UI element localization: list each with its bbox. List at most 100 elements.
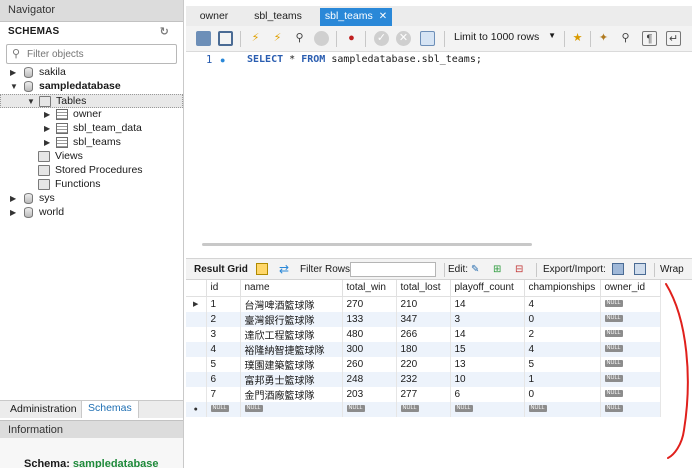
explain-icon[interactable]: ⚲: [292, 31, 307, 46]
editor-horizontal-scrollbar[interactable]: [202, 243, 532, 246]
current-row-marker-icon[interactable]: ▶: [186, 296, 207, 312]
open-file-icon[interactable]: [196, 31, 211, 46]
column-header-total-lost[interactable]: total_lost: [396, 280, 451, 297]
wrap-cell-label[interactable]: Wrap: [660, 264, 684, 275]
invisible-chars-icon[interactable]: ¶: [642, 31, 657, 46]
filter-rows-input[interactable]: [350, 262, 436, 277]
table-cell-owner-id[interactable]: NULL: [600, 386, 661, 402]
table-cell-total-lost[interactable]: 266: [396, 326, 451, 342]
table-new-row[interactable]: ● NULL NULL NULL NULL NULL NULL NULL: [186, 401, 661, 417]
table-cell-total-win[interactable]: NULL: [342, 401, 397, 417]
table-cell-owner-id[interactable]: NULL: [600, 341, 661, 357]
column-header-id[interactable]: id: [206, 280, 241, 297]
table-cell-total-win[interactable]: 270: [342, 296, 397, 312]
collapse-arrow-icon[interactable]: ▼: [27, 97, 35, 106]
rollback-icon[interactable]: ✕: [396, 31, 411, 46]
tree-node-sys[interactable]: ▶ sys: [0, 192, 183, 206]
table-cell-total-win[interactable]: 133: [342, 311, 397, 327]
table-cell-name[interactable]: 台灣啤酒籃球隊: [240, 296, 343, 312]
table-cell-playoff-count[interactable]: 15: [450, 341, 525, 357]
table-cell-id[interactable]: 7: [206, 386, 241, 402]
export-icon[interactable]: [612, 263, 624, 275]
table-cell-playoff-count[interactable]: 6: [450, 386, 525, 402]
column-header-name[interactable]: name: [240, 280, 343, 297]
sql-statement[interactable]: SELECT * FROM sampledatabase.sbl_teams;: [247, 54, 482, 65]
table-row[interactable]: 7 金門酒廠籃球隊 203 277 6 0 NULL: [186, 386, 661, 402]
tree-node-world[interactable]: ▶ world: [0, 206, 183, 220]
table-cell-total-win[interactable]: 248: [342, 371, 397, 387]
refresh-icon[interactable]: ↻: [160, 25, 169, 38]
table-cell-playoff-count[interactable]: 10: [450, 371, 525, 387]
table-cell-championships[interactable]: 2: [524, 326, 601, 342]
insert-row-icon[interactable]: ⊞: [493, 264, 501, 275]
tree-node-views[interactable]: Views: [0, 150, 183, 164]
table-cell-total-lost[interactable]: 180: [396, 341, 451, 357]
table-cell-name[interactable]: NULL: [240, 401, 343, 417]
expand-arrow-icon[interactable]: ▶: [44, 110, 50, 119]
stop-icon[interactable]: [314, 31, 329, 46]
row-marker[interactable]: [186, 386, 207, 402]
table-cell-playoff-count[interactable]: NULL: [450, 401, 525, 417]
tree-node-stored-procedures[interactable]: Stored Procedures: [0, 164, 183, 178]
expand-arrow-icon[interactable]: ▶: [44, 124, 50, 133]
table-cell-id[interactable]: NULL: [206, 401, 241, 417]
new-row-marker-icon[interactable]: ●: [186, 401, 207, 417]
row-marker[interactable]: [186, 371, 207, 387]
row-marker[interactable]: [186, 356, 207, 372]
filter-objects-box[interactable]: ⚲: [6, 44, 177, 64]
expand-arrow-icon[interactable]: ▶: [10, 194, 16, 203]
limit-rows-select[interactable]: Limit to 1000 rows ▼: [454, 31, 558, 47]
tab-owner[interactable]: owner: [192, 8, 236, 26]
table-cell-playoff-count[interactable]: 3: [450, 311, 525, 327]
table-cell-name[interactable]: 臺灣銀行籃球隊: [240, 311, 343, 327]
table-cell-championships[interactable]: 0: [524, 311, 601, 327]
table-row[interactable]: 6 富邦勇士籃球隊 248 232 10 1 NULL: [186, 371, 661, 387]
table-cell-owner-id[interactable]: NULL: [600, 356, 661, 372]
find-icon[interactable]: ⚲: [618, 31, 633, 46]
close-icon[interactable]: ✕: [379, 11, 387, 22]
table-cell-owner-id[interactable]: NULL: [600, 296, 661, 312]
grid-view-icon[interactable]: [256, 263, 268, 275]
table-row[interactable]: 3 達欣工程籃球隊 480 266 14 2 NULL: [186, 326, 661, 342]
tab-sbl-teams[interactable]: sbl_teams: [248, 8, 308, 26]
table-cell-total-lost[interactable]: 347: [396, 311, 451, 327]
refresh-rows-icon[interactable]: ⇄: [279, 262, 289, 276]
expand-arrow-icon[interactable]: ▶: [44, 138, 50, 147]
filter-objects-input[interactable]: [27, 47, 167, 61]
table-cell-owner-id[interactable]: NULL: [600, 401, 661, 417]
table-row[interactable]: 4 裕隆納智捷籃球隊 300 180 15 4 NULL: [186, 341, 661, 357]
table-cell-playoff-count[interactable]: 14: [450, 326, 525, 342]
edit-row-icon[interactable]: ✎: [471, 264, 479, 275]
tree-node-functions[interactable]: Functions: [0, 178, 183, 192]
execute-current-icon[interactable]: ⚡: [270, 31, 285, 46]
table-cell-championships[interactable]: 4: [524, 296, 601, 312]
row-marker[interactable]: [186, 326, 207, 342]
execute-icon[interactable]: ⚡: [248, 31, 263, 46]
toggle-errors-icon[interactable]: ●: [344, 31, 359, 46]
table-cell-id[interactable]: 3: [206, 326, 241, 342]
table-cell-playoff-count[interactable]: 13: [450, 356, 525, 372]
table-cell-id[interactable]: 6: [206, 371, 241, 387]
table-cell-total-win[interactable]: 480: [342, 326, 397, 342]
column-header-playoff-count[interactable]: playoff_count: [450, 280, 525, 297]
table-row[interactable]: 5 璞園建築籃球隊 260 220 13 5 NULL: [186, 356, 661, 372]
table-cell-total-lost[interactable]: 220: [396, 356, 451, 372]
row-marker[interactable]: [186, 311, 207, 327]
table-row[interactable]: 2 臺灣銀行籃球隊 133 347 3 0 NULL: [186, 311, 661, 327]
table-cell-championships[interactable]: 0: [524, 386, 601, 402]
import-icon[interactable]: [634, 263, 646, 275]
tab-schemas[interactable]: Schemas: [81, 401, 139, 418]
tree-node-sbl-teams[interactable]: ▶ sbl_teams: [0, 136, 183, 150]
column-header-championships[interactable]: championships: [524, 280, 601, 297]
sql-editor[interactable]: 1 ● SELECT * FROM sampledatabase.sbl_tea…: [186, 52, 692, 240]
result-grid-label[interactable]: Result Grid: [194, 264, 248, 275]
table-cell-name[interactable]: 富邦勇士籃球隊: [240, 371, 343, 387]
table-cell-name[interactable]: 達欣工程籃球隊: [240, 326, 343, 342]
table-cell-owner-id[interactable]: NULL: [600, 311, 661, 327]
table-cell-total-win[interactable]: 203: [342, 386, 397, 402]
table-cell-name[interactable]: 金門酒廠籃球隊: [240, 386, 343, 402]
row-marker[interactable]: [186, 341, 207, 357]
table-cell-total-lost[interactable]: 277: [396, 386, 451, 402]
table-cell-championships[interactable]: 4: [524, 341, 601, 357]
table-cell-playoff-count[interactable]: 14: [450, 296, 525, 312]
